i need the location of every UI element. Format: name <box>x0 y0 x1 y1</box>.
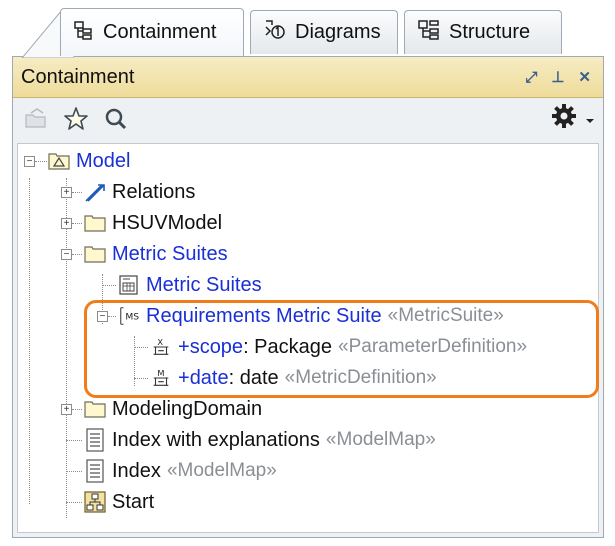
panel-window-controls: ⤢ ⊥ ✕ <box>525 68 591 87</box>
attribute-visibility: + <box>178 335 190 358</box>
tree-item-label: Model <box>76 149 131 172</box>
svg-text:X: X <box>157 337 163 347</box>
containment-icon <box>73 20 95 46</box>
tree-item-hsuvmodel[interactable]: HSUVModel <box>84 208 222 238</box>
svg-text:M: M <box>157 368 164 378</box>
tab-containment[interactable]: Containment <box>60 8 244 56</box>
tree-item-metric-suites-package[interactable]: Metric Suites <box>84 239 228 269</box>
tree-item-start[interactable]: Start <box>84 487 154 517</box>
attribute-name: date <box>189 366 229 389</box>
tree-item-label: Metric Suites <box>112 242 228 265</box>
float-icon[interactable]: ⤢ <box>525 69 537 86</box>
structure-icon <box>417 19 441 47</box>
attribute-type: : date <box>228 366 279 389</box>
expand-toggle[interactable]: + <box>61 218 72 229</box>
tree-item-label: Relations <box>112 180 196 203</box>
tree-item-label: Metric Suites <box>146 273 262 296</box>
attribute-visibility: + <box>178 366 190 389</box>
star-icon[interactable] <box>59 102 93 136</box>
tree-item-label: Index <box>112 459 161 482</box>
close-icon[interactable]: ✕ <box>578 68 591 86</box>
stereotype-label: «MetricDefinition» <box>284 367 437 388</box>
tab-diagrams[interactable]: Diagrams <box>250 10 398 54</box>
package-folder-icon <box>84 398 106 420</box>
collapse-toggle[interactable]: − <box>61 249 72 260</box>
svg-text:MS: MS <box>125 312 139 323</box>
tree-item-model[interactable]: Model <box>48 146 130 176</box>
pin-icon[interactable]: ⊥ <box>551 68 564 86</box>
stereotype-label: «MetricSuite» <box>387 305 504 326</box>
tree-line <box>29 178 30 504</box>
search-icon[interactable] <box>99 102 133 136</box>
start-diagram-icon <box>84 491 106 513</box>
model-map-icon <box>84 459 106 483</box>
relations-icon <box>84 181 106 203</box>
model-icon <box>48 150 70 172</box>
attribute-name: scope <box>189 335 244 358</box>
collapse-toggle[interactable]: − <box>97 311 108 322</box>
tree-item-index[interactable]: Index «ModelMap» <box>84 456 277 486</box>
containment-tree[interactable]: − Model + Relations + HSUVModel − Metric… <box>17 143 599 533</box>
tab-label: Containment <box>103 21 217 43</box>
tree-item-label: Index with explanations <box>112 428 320 451</box>
panel-title-bar: Containment ⤢ ⊥ ✕ <box>13 57 603 98</box>
tree-item-relations[interactable]: Relations <box>84 177 195 207</box>
parameter-definition-icon: X <box>150 336 172 358</box>
tree-line <box>35 161 47 162</box>
tree-item-label: ModelingDomain <box>112 397 263 420</box>
panel-toolbar <box>13 98 603 140</box>
diagram-table-icon <box>118 274 140 296</box>
tree-item-date[interactable]: M + date : date «MetricDefinition» <box>150 363 437 393</box>
containment-panel: Containment ⤢ ⊥ ✕ − Model + Relations + … <box>12 56 604 538</box>
tree-item-label: Start <box>112 490 155 513</box>
panel-title: Containment <box>21 65 135 88</box>
model-map-icon <box>84 428 106 452</box>
tree-item-metric-suites-diagram[interactable]: Metric Suites <box>118 270 262 300</box>
tree-item-index-with-explanations[interactable]: Index with explanations «ModelMap» <box>84 425 436 455</box>
open-package-icon[interactable] <box>19 102 53 136</box>
package-folder-icon <box>84 212 106 234</box>
tree-item-scope[interactable]: X + scope : Package «ParameterDefinition» <box>150 332 527 362</box>
tab-label: Diagrams <box>295 21 381 43</box>
tab-label: Structure <box>449 21 531 43</box>
stereotype-label: «ParameterDefinition» <box>338 336 528 357</box>
diagrams-icon <box>263 19 287 47</box>
expand-toggle[interactable]: + <box>61 187 72 198</box>
tree-item-modelingdomain[interactable]: ModelingDomain <box>84 394 262 424</box>
tree-item-label: Requirements Metric Suite <box>146 304 382 327</box>
metric-definition-icon: M <box>150 367 172 389</box>
collapse-toggle[interactable]: − <box>24 156 35 167</box>
package-folder-icon <box>84 243 106 265</box>
tab-bar: Containment Diagrams Structure <box>0 0 615 58</box>
stereotype-label: «ModelMap» <box>166 460 277 481</box>
dropdown-arrow-icon[interactable] <box>585 108 595 131</box>
tab-structure[interactable]: Structure <box>404 10 562 54</box>
expand-toggle[interactable]: + <box>61 404 72 415</box>
tree-line <box>66 178 67 518</box>
gear-icon[interactable] <box>551 103 577 135</box>
metric-suite-icon: MS <box>118 305 140 327</box>
attribute-type: : Package <box>243 335 333 358</box>
stereotype-label: «ModelMap» <box>325 429 436 450</box>
tree-item-requirements-metric-suite[interactable]: MS Requirements Metric Suite «MetricSuit… <box>118 301 504 331</box>
tree-item-label: HSUVModel <box>112 211 223 234</box>
